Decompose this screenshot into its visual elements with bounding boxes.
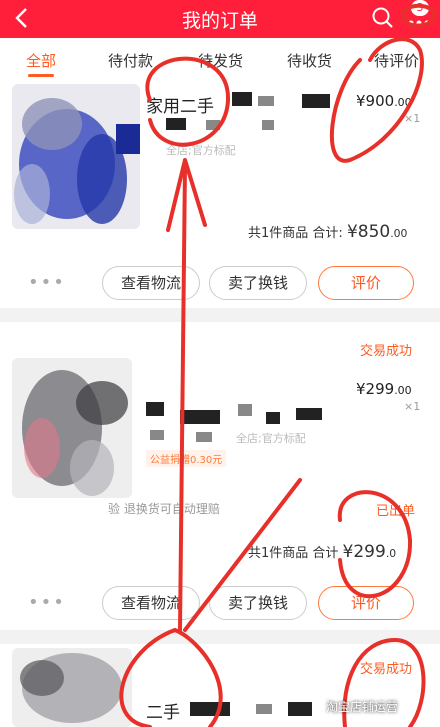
tab-pending-review[interactable]: 待评价 xyxy=(374,50,419,71)
product-quantity: ×1 xyxy=(404,112,421,125)
order-total: 共1件商品 合计 ¥299.0 xyxy=(248,542,397,562)
more-options-icon[interactable]: ••• xyxy=(28,272,66,293)
pixelated-text xyxy=(150,430,164,440)
pixelated-text xyxy=(302,94,330,108)
pixelated-text xyxy=(256,704,272,714)
product-thumbnail[interactable] xyxy=(12,358,132,498)
pixelated-text xyxy=(190,702,230,716)
product-name: 二手 xyxy=(146,703,180,723)
order-card[interactable]: 家用二手 全店;官方标配 ¥900.00 ×1 共1件商品 合计: ¥850.0… xyxy=(0,80,440,308)
pixelated-text xyxy=(206,120,220,130)
pixelated-text xyxy=(262,120,274,130)
order-total: 共1件商品 合计: ¥850.00 xyxy=(248,222,408,242)
watermark: 淘宝店铺运营 xyxy=(326,700,399,714)
product-quantity: ×1 xyxy=(404,400,421,413)
tab-pending-shipment[interactable]: 待发货 xyxy=(198,50,243,71)
pixelated-text xyxy=(266,412,280,424)
product-thumbnail[interactable] xyxy=(12,648,132,727)
view-logistics-button[interactable]: 查看物流 xyxy=(102,266,200,300)
active-tab-indicator xyxy=(28,74,54,77)
product-price: ¥900.00 xyxy=(356,92,412,110)
review-button[interactable]: 评价 xyxy=(318,586,414,620)
resell-button[interactable]: 卖了换钱 xyxy=(209,266,307,300)
tab-all[interactable]: 全部 xyxy=(26,50,56,71)
order-tabs: 全部 待付款 待发货 待收货 待评价 xyxy=(0,38,440,80)
product-price: ¥299.00 xyxy=(356,380,412,398)
product-thumbnail[interactable] xyxy=(12,84,140,229)
order-card[interactable]: 交易成功 ¥299.00 ×1 全店;官方标配 公益捐赠0.30元 验 退换货可… xyxy=(0,322,440,630)
order-status: 交易成功 xyxy=(360,344,413,359)
product-name: 家用二手 xyxy=(146,97,214,117)
resell-button[interactable]: 卖了换钱 xyxy=(209,586,307,620)
pixelated-text xyxy=(196,432,212,442)
view-logistics-button[interactable]: 查看物流 xyxy=(102,586,200,620)
pixelated-text xyxy=(232,92,252,106)
pixelated-text xyxy=(296,408,322,420)
product-spec: 全店;官方标配 xyxy=(166,144,236,157)
pixelated-text xyxy=(180,410,220,424)
pixelated-text xyxy=(166,118,186,130)
tab-pending-payment[interactable]: 待付款 xyxy=(108,50,153,71)
service-guarantee: 验 退换货可自动理赔 xyxy=(108,502,220,516)
pixelated-text xyxy=(238,404,252,416)
pixelated-text xyxy=(146,402,164,416)
product-spec: 全店;官方标配 xyxy=(236,432,306,445)
charity-tag: 公益捐赠0.30元 xyxy=(146,450,227,467)
tab-pending-receipt[interactable]: 待收货 xyxy=(287,50,332,71)
notification-badge: 3 xyxy=(411,0,429,16)
pixelated-text xyxy=(288,702,312,716)
more-options-icon[interactable]: ••• xyxy=(28,592,66,613)
pixelated-text xyxy=(258,96,274,106)
shipped-status: 已出单 xyxy=(376,504,416,519)
search-icon[interactable] xyxy=(370,5,396,31)
order-status: 交易成功 xyxy=(360,662,413,677)
review-button[interactable]: 评价 xyxy=(318,266,414,300)
top-bar: 我的订单 3 xyxy=(0,0,440,38)
